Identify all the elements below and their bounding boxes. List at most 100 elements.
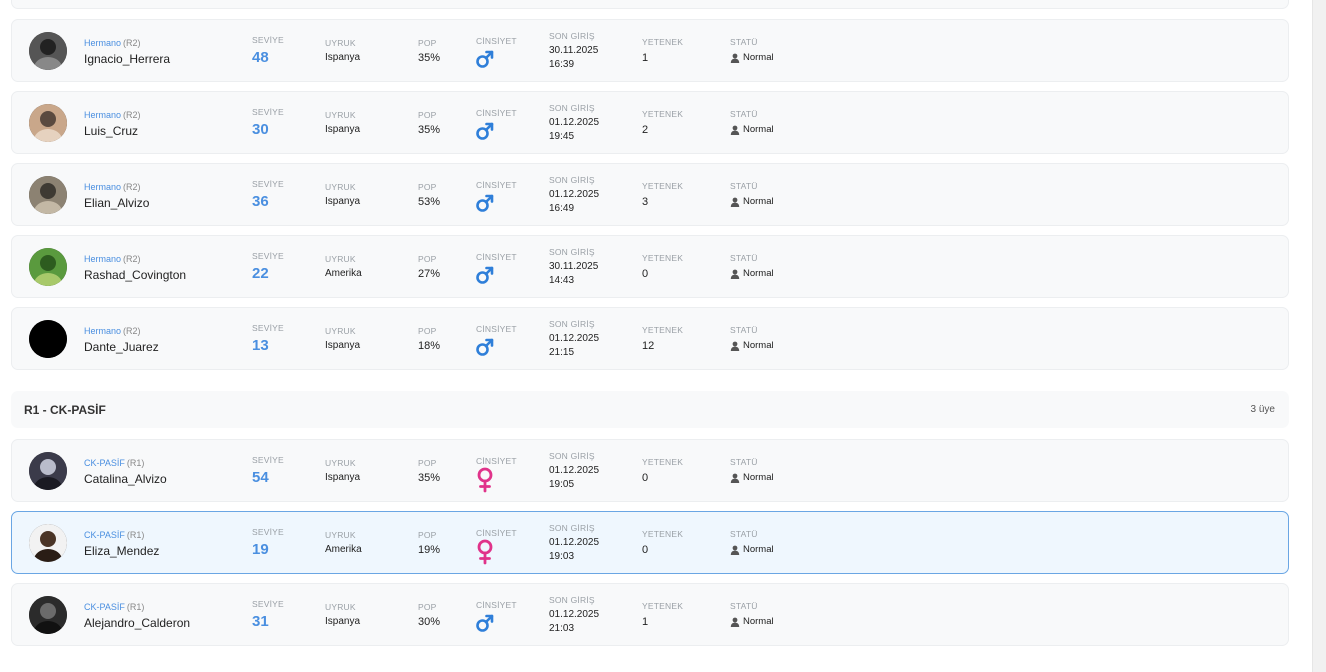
skill-label: YETENEK [642,181,684,191]
nationality-value: Amerika [325,544,362,555]
pop-value: 35% [418,52,441,64]
male-icon [475,613,495,633]
pop-value: 18% [418,340,441,352]
pop-label: POP [418,458,437,468]
status-label: STATÜ [730,529,758,539]
pop-label: POP [418,326,437,336]
player-name[interactable]: Elian_Alvizo [84,196,149,210]
rank-name[interactable]: Hermano [84,38,121,48]
vertical-scrollbar[interactable] [1312,0,1326,672]
avatar[interactable] [29,320,67,358]
player-name[interactable]: Catalina_Alvizo [84,472,167,486]
avatar[interactable] [29,248,67,286]
avatar[interactable] [29,104,67,142]
player-name[interactable]: Alejandro_Calderon [84,616,190,630]
member-card[interactable]: Hermano (R2) Ignacio_Herrera SEVİYE 48 UYRUK I… [11,19,1289,82]
member-card[interactable]: CK-PASİF (R1) Alejandro_Calderon SEVİYE 31 UY… [11,583,1289,646]
rank-label[interactable]: Hermano (R2) [84,110,141,120]
last-login-time: 19:45 [549,131,575,142]
rank-name[interactable]: Hermano [84,182,121,192]
gender-label: CİNSİYET [476,36,517,46]
member-card[interactable]: Hermano (R2) Rashad_Covington SEVİYE 22 UYRUK… [11,235,1289,298]
status-value: Normal [730,52,774,63]
pop-label: POP [418,254,437,264]
last-login-date: 30.11.2025 [549,261,599,272]
rank-name[interactable]: CK-PASİF [84,458,125,468]
group-header: R1 - CK-PASİF 3 üye [11,391,1289,428]
member-card[interactable]: Hermano (R2) Dante_Juarez SEVİYE 13 UYRUK Ispa… [11,307,1289,370]
rank-label[interactable]: Hermano (R2) [84,182,141,192]
person-icon [730,125,740,135]
last-login-value: 01.12.2025 16:49 [549,188,599,216]
skill-value: 1 [642,616,649,628]
rank-name[interactable]: Hermano [84,254,121,264]
player-name[interactable]: Rashad_Covington [84,268,186,282]
player-name[interactable]: Dante_Juarez [84,340,159,354]
skill-value: 1 [642,52,649,64]
male-icon [475,49,495,69]
level-value: 36 [252,193,269,210]
nationality-label: UYRUK [325,182,356,192]
nationality-value: Ispanya [325,472,361,483]
avatar[interactable] [29,524,67,562]
status-label: STATÜ [730,37,758,47]
status-value: Normal [730,196,774,207]
last-login-time: 21:03 [549,623,575,634]
last-login-time: 16:49 [549,203,575,214]
pop-label: POP [418,182,437,192]
status-text: Normal [743,544,774,555]
rank-label[interactable]: CK-PASİF (R1) [84,602,144,612]
rank-name[interactable]: CK-PASİF [84,530,125,540]
rank-name[interactable]: Hermano [84,110,121,120]
level-value: 30 [252,121,269,138]
level-label: SEVİYE [252,35,284,45]
female-icon [475,467,495,493]
status-value: Normal [730,340,774,351]
status-text: Normal [743,616,774,627]
last-login-value: 30.11.2025 16:39 [549,44,598,72]
member-card[interactable]: CK-PASİF (R1) Catalina_Alvizo SEVİYE 54 UYRUK… [11,439,1289,502]
skill-value: 0 [642,544,649,556]
pop-label: POP [418,38,437,48]
person-icon [730,197,740,207]
player-name[interactable]: Ignacio_Herrera [84,52,170,66]
person-icon [730,53,740,63]
rank-label[interactable]: Hermano (R2) [84,38,141,48]
avatar[interactable] [29,32,67,70]
rank-name[interactable]: Hermano [84,326,121,336]
member-card[interactable]: Hermano (R2) Luis_Cruz SEVİYE 30 UYRUK Ispanya… [11,91,1289,154]
pop-value: 35% [418,124,441,136]
rank-label[interactable]: CK-PASİF (R1) [84,530,144,540]
avatar[interactable] [29,176,67,214]
nationality-value: Ispanya [325,52,361,63]
rank-label[interactable]: Hermano (R2) [84,254,141,264]
nationality-value: Ispanya [325,196,361,207]
gender-label: CİNSİYET [476,252,517,262]
last-login-label: SON GİRİŞ [549,451,595,461]
member-card[interactable]: Hermano (R2) Elian_Alvizo SEVİYE 36 UYRUK Ispa… [11,163,1289,226]
status-text: Normal [743,268,774,279]
group-title: R1 - CK-PASİF [24,403,106,417]
status-label: STATÜ [730,325,758,335]
avatar[interactable] [29,596,67,634]
member-list: R1 - CK-PASİF 3 üye Hermano (R2) Ignacio_H… [0,0,1312,672]
skill-label: YETENEK [642,457,684,467]
rank-label[interactable]: CK-PASİF (R1) [84,458,144,468]
level-label: SEVİYE [252,599,284,609]
status-text: Normal [743,340,774,351]
member-card-partial[interactable] [11,0,1289,9]
level-value: 22 [252,265,269,282]
player-name[interactable]: Luis_Cruz [84,124,138,138]
last-login-time: 16:39 [549,59,575,70]
rank-name[interactable]: CK-PASİF [84,602,125,612]
status-label: STATÜ [730,253,758,263]
rank-label[interactable]: Hermano (R2) [84,326,141,336]
gender-label: CİNSİYET [476,180,517,190]
last-login-value: 01.12.2025 19:45 [549,116,599,144]
rank-code: (R2) [123,254,141,264]
player-name[interactable]: Eliza_Mendez [84,544,159,558]
nationality-label: UYRUK [325,602,356,612]
member-card[interactable]: CK-PASİF (R1) Eliza_Mendez SEVİYE 19 UYRUK Ame… [11,511,1289,574]
avatar[interactable] [29,452,67,490]
male-icon [475,265,495,285]
